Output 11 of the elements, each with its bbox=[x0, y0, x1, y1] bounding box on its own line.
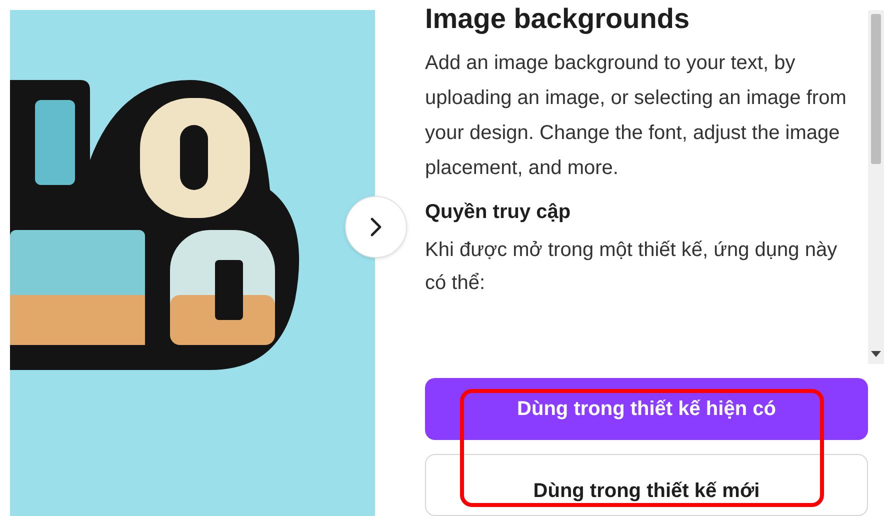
description-text: Add an image background to your text, by uploading an image, or selecting an image from your design. Change the font, adjust the image placement, and more. bbox=[425, 50, 848, 181]
scrollbar-thumb[interactable] bbox=[871, 14, 881, 164]
panel-title: Image backgrounds bbox=[425, 2, 691, 36]
use-in-current-design-button[interactable]: Dùng trong thiết kế hiện có bbox=[425, 378, 868, 440]
scroll-down-icon[interactable] bbox=[870, 350, 882, 358]
next-button[interactable] bbox=[345, 196, 407, 258]
permissions-heading: Quyền truy cập bbox=[425, 200, 572, 224]
permissions-text: Khi được mở trong một thiết kế, ứng dụng này có thể: bbox=[425, 238, 838, 296]
use-in-new-design-button[interactable]: Dùng trong thiết kế mới bbox=[425, 454, 868, 516]
chevron-right-icon bbox=[368, 217, 384, 237]
scrollbar[interactable] bbox=[868, 10, 884, 364]
